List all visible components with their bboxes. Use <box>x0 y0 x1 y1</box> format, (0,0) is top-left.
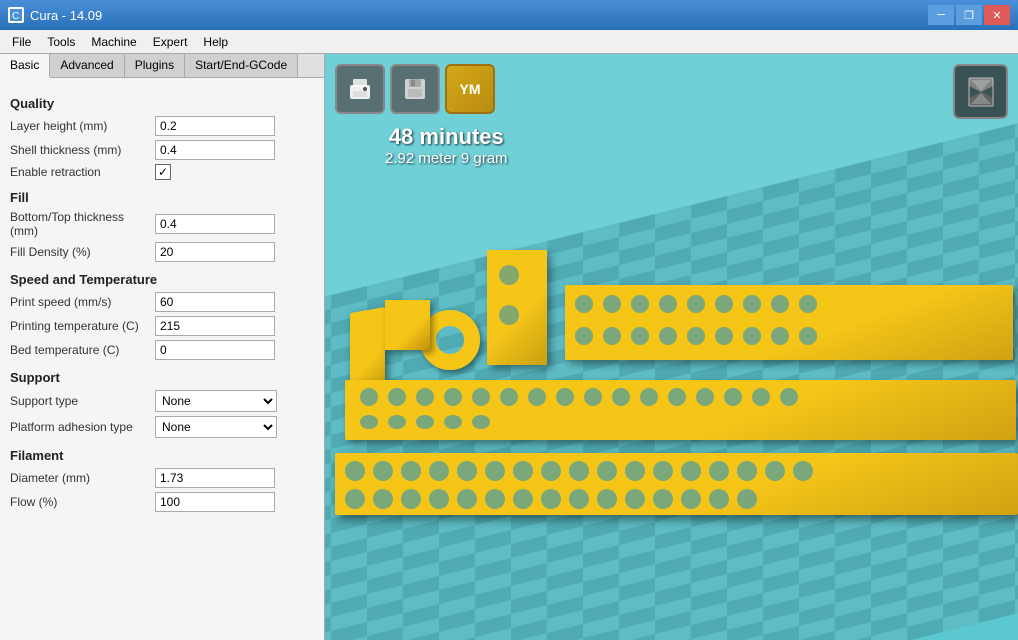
flow-input[interactable] <box>155 492 275 512</box>
platform-adhesion-label: Platform adhesion type <box>10 420 155 434</box>
form-content: Quality Layer height (mm) Shell thicknes… <box>0 78 324 524</box>
ym-label: YM <box>460 81 481 97</box>
menu-help[interactable]: Help <box>195 33 236 51</box>
flow-row: Flow (%) <box>10 492 314 512</box>
menu-machine[interactable]: Machine <box>83 33 144 51</box>
ym-button[interactable]: YM <box>445 64 495 114</box>
titlebar-left: C Cura - 14.09 <box>8 7 102 23</box>
print-speed-input[interactable] <box>155 292 275 312</box>
enable-retraction-row: Enable retraction ✓ <box>10 164 314 180</box>
tab-start-end-gcode[interactable]: Start/End-GCode <box>185 54 298 77</box>
app-title: Cura - 14.09 <box>30 8 102 23</box>
flow-label: Flow (%) <box>10 495 155 509</box>
minimize-button[interactable]: ─ <box>928 5 954 25</box>
tab-plugins[interactable]: Plugins <box>125 54 185 77</box>
view-toolbar: YM <box>335 64 495 114</box>
print-time: 48 minutes <box>385 124 508 150</box>
platform-adhesion-select[interactable]: None Brim Raft <box>155 416 277 438</box>
layer-height-row: Layer height (mm) <box>10 116 314 136</box>
svg-text:C: C <box>12 11 19 21</box>
rotate-view-button[interactable] <box>953 64 1008 119</box>
shell-thickness-label: Shell thickness (mm) <box>10 143 155 157</box>
left-panel: Basic Advanced Plugins Start/End-GCode Q… <box>0 54 325 640</box>
support-type-label: Support type <box>10 394 155 408</box>
bed-temp-label: Bed temperature (C) <box>10 343 155 357</box>
titlebar-controls: ─ ❐ ✕ <box>928 5 1010 25</box>
view-toolbar-right <box>953 64 1008 119</box>
tab-advanced[interactable]: Advanced <box>50 54 124 77</box>
shell-thickness-input[interactable] <box>155 140 275 160</box>
bed-temp-row: Bed temperature (C) <box>10 340 314 360</box>
close-button[interactable]: ✕ <box>984 5 1010 25</box>
print-details: 2.92 meter 9 gram <box>385 150 508 167</box>
diameter-label: Diameter (mm) <box>10 471 155 485</box>
printing-temp-input[interactable] <box>155 316 275 336</box>
section-fill-title: Fill <box>10 190 314 205</box>
support-type-row: Support type None Touching buildplate Ev… <box>10 390 314 412</box>
enable-retraction-checkbox[interactable]: ✓ <box>155 164 171 180</box>
bottom-top-label: Bottom/Top thickness (mm) <box>10 210 155 238</box>
layer-height-label: Layer height (mm) <box>10 119 155 133</box>
section-filament-title: Filament <box>10 448 314 463</box>
diameter-row: Diameter (mm) <box>10 468 314 488</box>
tab-bar: Basic Advanced Plugins Start/End-GCode <box>0 54 324 78</box>
menu-file[interactable]: File <box>4 33 39 51</box>
view3d[interactable]: YM 48 minutes 2.92 meter 9 gram <box>325 54 1018 640</box>
platform-adhesion-row: Platform adhesion type None Brim Raft <box>10 416 314 438</box>
layer-height-input[interactable] <box>155 116 275 136</box>
print-info: 48 minutes 2.92 meter 9 gram <box>385 124 508 167</box>
menubar: File Tools Machine Expert Help <box>0 30 1018 54</box>
fill-density-label: Fill Density (%) <box>10 245 155 259</box>
printing-temp-row: Printing temperature (C) <box>10 316 314 336</box>
bottom-top-input[interactable] <box>155 214 275 234</box>
bottom-top-row: Bottom/Top thickness (mm) <box>10 210 314 238</box>
section-speed-temp-title: Speed and Temperature <box>10 272 314 287</box>
diameter-input[interactable] <box>155 468 275 488</box>
fill-density-row: Fill Density (%) <box>10 242 314 262</box>
app-icon: C <box>8 7 24 23</box>
bed-temp-input[interactable] <box>155 340 275 360</box>
menu-expert[interactable]: Expert <box>145 33 196 51</box>
shell-thickness-row: Shell thickness (mm) <box>10 140 314 160</box>
main-layout: Basic Advanced Plugins Start/End-GCode Q… <box>0 54 1018 640</box>
titlebar: C Cura - 14.09 ─ ❐ ✕ <box>0 0 1018 30</box>
menu-tools[interactable]: Tools <box>39 33 83 51</box>
section-support-title: Support <box>10 370 314 385</box>
print-speed-label: Print speed (mm/s) <box>10 295 155 309</box>
section-quality-title: Quality <box>10 96 314 111</box>
fill-density-input[interactable] <box>155 242 275 262</box>
enable-retraction-label: Enable retraction <box>10 165 155 179</box>
print-button[interactable] <box>335 64 385 114</box>
tab-basic[interactable]: Basic <box>0 54 50 78</box>
printing-temp-label: Printing temperature (C) <box>10 319 155 333</box>
support-type-select[interactable]: None Touching buildplate Everywhere <box>155 390 277 412</box>
restore-button[interactable]: ❐ <box>956 5 982 25</box>
save-button[interactable] <box>390 64 440 114</box>
print-speed-row: Print speed (mm/s) <box>10 292 314 312</box>
